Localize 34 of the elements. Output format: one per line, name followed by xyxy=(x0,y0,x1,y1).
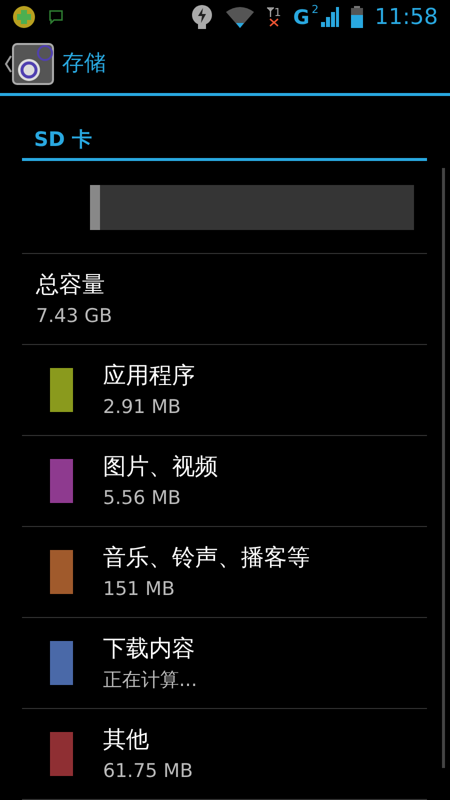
item-name: 其他 xyxy=(103,726,150,754)
item-size: 5.56 MB xyxy=(103,486,182,511)
storage-item[interactable]: 其他 61.75 MB xyxy=(22,709,427,800)
storage-item[interactable]: 音乐、铃声、播客等 151 MB xyxy=(22,527,427,618)
network-type: G xyxy=(293,4,310,32)
back-caret-icon xyxy=(4,54,12,73)
settings-icon xyxy=(12,42,54,85)
section-header: SD 卡 xyxy=(22,124,427,161)
sim-label: 1 xyxy=(274,7,282,18)
item-size: 151 MB xyxy=(103,577,176,602)
storage-item[interactable]: 应用程序 2.91 MB xyxy=(22,345,427,436)
item-size: 61.75 MB xyxy=(103,759,193,784)
storage-item[interactable]: 下载内容 正在计算... xyxy=(22,618,427,709)
bulb-icon xyxy=(191,4,214,30)
item-name: 应用程序 xyxy=(103,362,195,390)
storage-item[interactable]: 图片、视频 5.56 MB xyxy=(22,436,427,527)
wifi-icon xyxy=(225,6,256,28)
item-size: 正在计算... xyxy=(103,668,198,693)
no-signal-icon xyxy=(269,18,280,28)
signal-icon xyxy=(320,7,339,28)
item-name: 下载内容 xyxy=(103,634,196,664)
item-name: 音乐、铃声、播客等 xyxy=(103,544,310,572)
total-label: 总容量 xyxy=(36,270,106,300)
battery-icon xyxy=(350,6,363,28)
total-value: 7.43 GB xyxy=(36,304,114,329)
antenna-icon xyxy=(267,7,274,18)
item-size: 2.91 MB xyxy=(103,395,182,420)
clock: 11:58 xyxy=(374,4,438,32)
app-icon xyxy=(12,5,36,30)
back-button[interactable] xyxy=(4,42,54,85)
chat-icon xyxy=(48,9,64,26)
page-title: 存储 xyxy=(62,50,106,78)
sim-label: 2 xyxy=(312,2,319,18)
item-name: 图片、视频 xyxy=(103,452,218,482)
